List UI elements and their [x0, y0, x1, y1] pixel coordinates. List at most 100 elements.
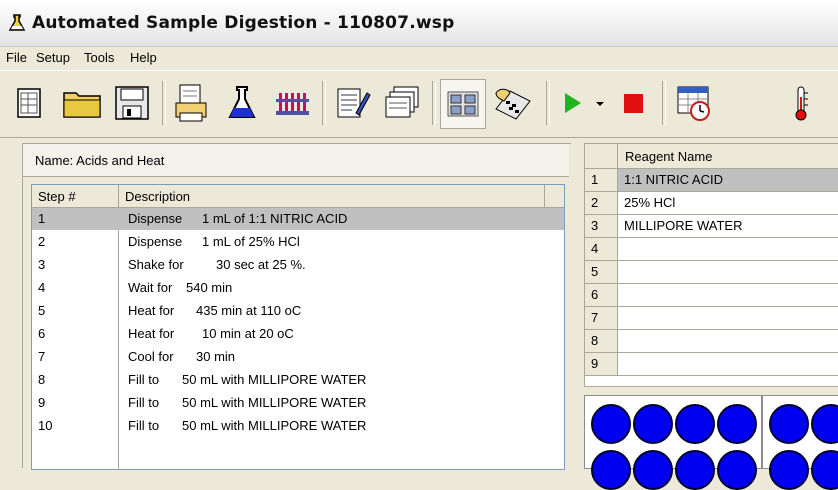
step-action: Shake for [128, 257, 184, 272]
stacked-cards-button[interactable] [380, 79, 424, 127]
save-disk-icon [115, 86, 149, 120]
reagent-row[interactable]: 7 [585, 307, 838, 330]
play-icon [565, 93, 581, 113]
reagent-number: 3 [591, 218, 599, 233]
title-bar: Automated Sample Digestion - 110807.wsp [0, 0, 838, 47]
sample-well[interactable] [769, 404, 809, 444]
menu-setup[interactable]: Setup [36, 50, 70, 65]
print-report-icon [175, 84, 207, 122]
toolbar [0, 70, 838, 138]
table-row[interactable]: 8 Fill to 50 mL with MILLIPORE WATER [32, 369, 564, 391]
sample-well[interactable] [591, 450, 631, 490]
reagent-number: 5 [591, 264, 599, 279]
step-detail: 10 min at 20 oC [202, 326, 294, 341]
step-number: 3 [38, 257, 46, 272]
table-row[interactable]: 5 Heat for 435 min at 110 oC [32, 300, 564, 322]
reagent-name: 25% HCl [624, 195, 676, 210]
window-title: Automated Sample Digestion - 110807.wsp [32, 13, 455, 33]
step-number: 9 [38, 395, 46, 410]
step-number: 7 [38, 349, 46, 364]
table-row[interactable]: 1 Dispense 1 mL of 1:1 NITRIC ACID [32, 208, 564, 230]
reagent-row[interactable]: 8 [585, 330, 838, 353]
table-row[interactable]: 7 Cool for 30 min [32, 346, 564, 368]
reagent-table: Reagent Name 1 1:1 NITRIC ACID 2 25% HCl… [584, 143, 838, 387]
reagent-row[interactable]: 4 [585, 238, 838, 261]
run-dropdown-button[interactable] [592, 79, 608, 127]
reagent-row[interactable]: 1 1:1 NITRIC ACID [585, 169, 838, 192]
temperature-button[interactable] [782, 79, 822, 127]
table-row[interactable]: 9 Fill to 50 mL with MILLIPORE WATER [32, 392, 564, 414]
reagent-row[interactable]: 5 [585, 261, 838, 284]
sample-well[interactable] [717, 450, 757, 490]
reagent-row[interactable]: 9 [585, 353, 838, 376]
grid-view-button[interactable] [440, 79, 486, 129]
reagent-number: 1 [591, 172, 599, 187]
reagent-number: 8 [591, 333, 599, 348]
calculator-button[interactable] [490, 79, 534, 127]
run-button[interactable] [556, 79, 588, 127]
reagent-row[interactable]: 2 25% HCl [585, 192, 838, 215]
save-button[interactable] [110, 79, 154, 127]
sample-well[interactable] [591, 404, 631, 444]
edit-notes-button[interactable] [330, 79, 374, 127]
method-panel: Name: Acids and Heat Step # Description … [22, 143, 571, 470]
step-number: 4 [38, 280, 46, 295]
step-action: Fill to [128, 372, 160, 387]
sample-well[interactable] [675, 404, 715, 444]
sample-well[interactable] [811, 450, 838, 490]
step-detail: 1 mL of 1:1 NITRIC ACID [202, 211, 348, 226]
column-header-description[interactable]: Description [119, 185, 545, 207]
step-action: Heat for [128, 303, 175, 318]
table-row[interactable]: 6 Heat for 10 min at 20 oC [32, 323, 564, 345]
table-row[interactable]: 4 Wait for 540 min [32, 277, 564, 299]
menu-help[interactable]: Help [130, 50, 157, 65]
step-detail: 30 sec at 25 %. [216, 257, 306, 272]
reagent-row[interactable]: 3 MILLIPORE WATER [585, 215, 838, 238]
new-document-button[interactable] [8, 79, 52, 127]
open-folder-button[interactable] [60, 79, 104, 127]
step-action: Cool for [128, 349, 174, 364]
menu-file[interactable]: File [6, 50, 27, 65]
reagent-name: 1:1 NITRIC ACID [624, 172, 723, 187]
step-action: Heat for [128, 326, 175, 341]
edit-notes-icon [337, 88, 371, 118]
reagent-number: 4 [591, 241, 599, 256]
step-detail: 30 min [196, 349, 236, 364]
new-document-icon [17, 88, 41, 118]
reagent-number: 2 [591, 195, 599, 210]
table-row[interactable]: 3 Shake for 30 sec at 25 %. [32, 254, 564, 276]
stop-button[interactable] [616, 79, 652, 127]
sample-plate-map [584, 395, 838, 490]
schedule-button[interactable] [672, 79, 716, 127]
menu-tools[interactable]: Tools [84, 50, 114, 65]
method-name-bar: Name: Acids and Heat [23, 144, 569, 177]
method-name-label: Name: Acids and Heat [35, 153, 165, 168]
sample-well[interactable] [633, 450, 673, 490]
step-detail: 1 mL of 25% HCl [202, 234, 300, 249]
reagent-flask-button[interactable] [220, 79, 264, 127]
reagent-table-header: Reagent Name [585, 144, 838, 169]
sample-well[interactable] [769, 450, 809, 490]
sample-well[interactable] [675, 450, 715, 490]
table-row[interactable]: 2 Dispense 1 mL of 25% HCl [32, 231, 564, 253]
step-number: 1 [38, 211, 46, 226]
sample-well[interactable] [633, 404, 673, 444]
reagent-row[interactable]: 6 [585, 284, 838, 307]
steps-table-header: Step # Description [32, 185, 564, 208]
sample-well[interactable] [811, 404, 838, 444]
step-detail: 50 mL with MILLIPORE WATER [182, 372, 367, 387]
column-header-reagent-name[interactable]: Reagent Name [625, 149, 712, 164]
step-number: 5 [38, 303, 46, 318]
reagent-number: 9 [591, 356, 599, 371]
sample-well[interactable] [717, 404, 757, 444]
table-row[interactable]: 10 Fill to 50 mL with MILLIPORE WATER [32, 415, 564, 437]
step-action: Dispense [128, 234, 183, 249]
print-report-button[interactable] [170, 79, 214, 127]
step-action: Fill to [128, 395, 160, 410]
stop-icon [624, 94, 643, 113]
step-number: 6 [38, 326, 46, 341]
thermometer-icon [795, 86, 808, 121]
column-header-step[interactable]: Step # [32, 185, 119, 207]
test-tube-rack-button[interactable] [270, 79, 314, 127]
flask-icon [8, 14, 26, 31]
